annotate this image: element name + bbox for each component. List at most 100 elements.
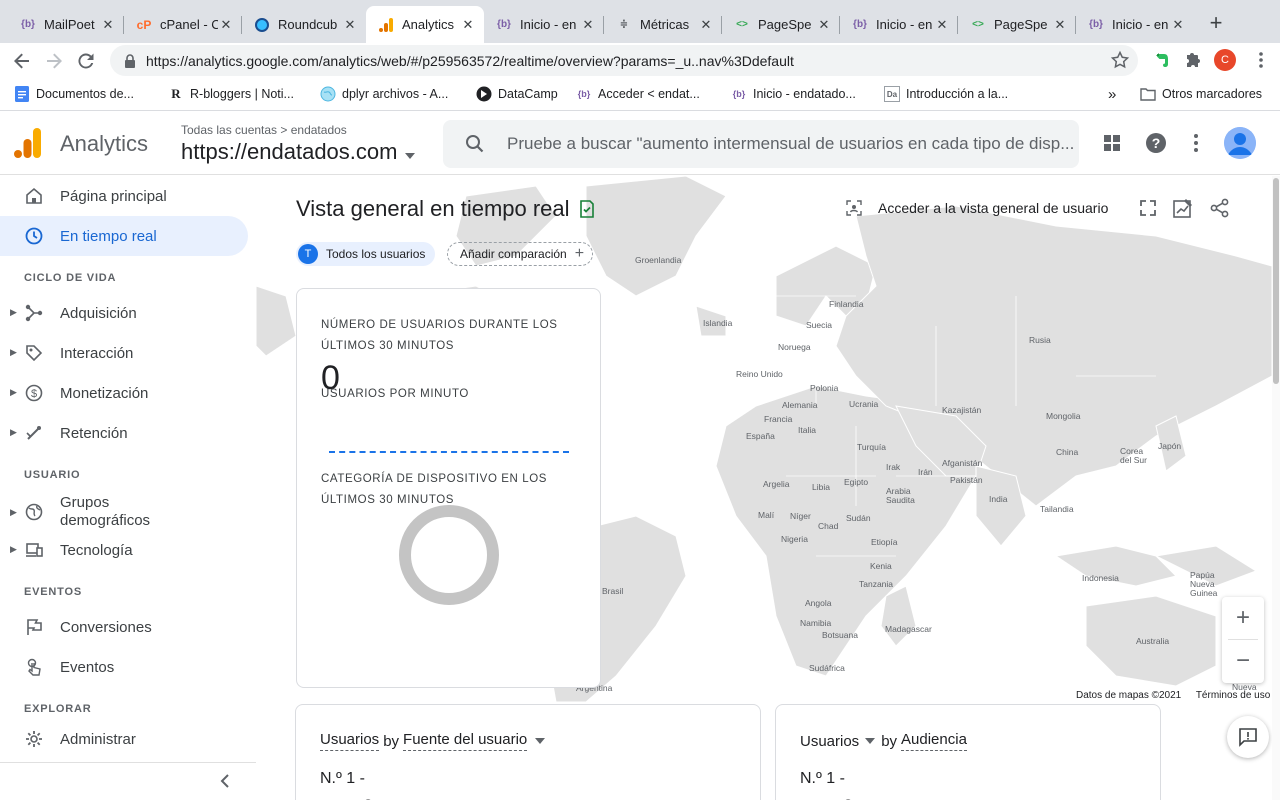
close-icon[interactable]: ✕ <box>342 17 358 33</box>
search-bar[interactable]: Pruebe a buscar "aumento intermensual de… <box>443 120 1079 168</box>
browser-tab[interactable]: {b} Inicio - en ✕ <box>1076 6 1194 43</box>
more-vert-icon[interactable] <box>1250 49 1272 71</box>
map-label: Indonesia <box>1082 573 1119 583</box>
dimension-selector[interactable]: Audiencia <box>901 731 967 751</box>
sidebar-item-acquisition[interactable]: ▶ Adquisición <box>0 293 248 333</box>
sidebar-item-tech[interactable]: ▶ Tecnología <box>0 530 248 570</box>
close-icon[interactable]: ✕ <box>698 17 714 33</box>
bookmarks-bar: Documentos de... R R-bloggers | Noti... … <box>0 78 1280 111</box>
zoom-out-button[interactable]: − <box>1222 640 1264 682</box>
rbloggers-icon: R <box>171 86 181 101</box>
face-scan-icon <box>846 200 862 216</box>
map-label: Alemania <box>782 400 818 410</box>
browser-tab[interactable]: <> PageSpe ✕ <box>722 6 840 43</box>
acquisition-icon <box>24 303 44 323</box>
bookmark-item[interactable]: DataCamp <box>476 85 558 103</box>
profile-avatar[interactable]: C <box>1214 49 1236 71</box>
apps-grid-icon[interactable] <box>1100 131 1124 155</box>
map-label: Sudáfrica <box>809 663 845 673</box>
dimension-selector[interactable]: Fuente del usuario <box>403 731 528 751</box>
browser-tab-active[interactable]: Analytics ✕ <box>366 6 484 43</box>
browser-tab[interactable]: Roundcub ✕ <box>242 6 366 43</box>
bookmark-item[interactable]: dplyr archivos - A... <box>320 85 448 103</box>
add-comparison-button[interactable]: Añadir comparación + <box>447 242 594 266</box>
bookmark-item[interactable]: {b} Acceder < endat... <box>576 85 700 103</box>
other-bookmarks[interactable]: Otros marcadores <box>1140 85 1262 103</box>
close-icon[interactable]: ✕ <box>934 17 950 33</box>
zoom-in-button[interactable]: + <box>1222 597 1264 639</box>
browser-tab[interactable]: ≑ Métricas ✕ <box>604 6 722 43</box>
bookmark-item[interactable]: {b} Inicio - endatado... <box>731 85 856 103</box>
realtime-users-card: NÚMERO DE USUARIOS DURANTE LOS ÚLTIMOS 3… <box>296 288 601 688</box>
bookmarks-overflow-button[interactable]: » <box>1108 85 1116 103</box>
map-label: Angola <box>805 598 832 608</box>
section-user: USUARIO <box>24 469 81 481</box>
browser-tab[interactable]: cP cPanel - C ✕ <box>124 6 242 43</box>
share-icon[interactable] <box>1208 196 1232 220</box>
close-icon[interactable]: ✕ <box>460 17 476 33</box>
user-avatar[interactable] <box>1224 127 1256 159</box>
home-icon <box>24 186 44 206</box>
metric-selector[interactable]: Usuarios <box>800 733 859 750</box>
map-label: Mongolia <box>1046 411 1081 421</box>
sidebar-item-retention[interactable]: ▶ Retención <box>0 413 248 453</box>
verified-check-icon[interactable] <box>578 200 596 223</box>
scrollbar[interactable] <box>1272 176 1280 800</box>
caret-right-icon: ▶ <box>10 347 17 357</box>
sidebar-item-monetization[interactable]: ▶ $ Monetización <box>0 373 248 413</box>
map-label: Irak <box>886 462 901 472</box>
analytics-logo-icon[interactable] <box>14 128 42 163</box>
browser-tab[interactable]: {b} MailPoet ✕ <box>8 6 124 43</box>
browser-tab[interactable]: {b} Inicio - en ✕ <box>484 6 604 43</box>
map-label: Groenlandia <box>635 255 682 265</box>
sidebar-item-realtime[interactable]: En tiempo real <box>0 216 248 256</box>
bookmark-item[interactable]: Documentos de... <box>14 85 134 103</box>
map-label: Ucrania <box>849 399 879 409</box>
back-button[interactable] <box>9 48 35 74</box>
map-label: Botsuana <box>822 630 858 640</box>
map-label: Namibia <box>800 618 832 628</box>
user-overview-button[interactable]: Acceder a la vista general de usuario <box>846 196 1108 220</box>
close-icon[interactable]: ✕ <box>1052 17 1068 33</box>
forward-button[interactable] <box>41 48 67 74</box>
address-bar[interactable]: https://analytics.google.com/analytics/w… <box>110 45 1138 76</box>
bookmark-star-icon[interactable] <box>1110 50 1130 75</box>
metric-selector[interactable]: Usuarios <box>320 731 380 751</box>
sidebar-item-admin[interactable]: Administrar <box>0 719 248 759</box>
browser-tab[interactable]: <> PageSpe ✕ <box>958 6 1076 43</box>
browser-tab-strip: {b} MailPoet ✕ cP cPanel - C ✕ Roundcub … <box>0 0 1280 43</box>
bookmark-item[interactable]: R R-bloggers | Noti... <box>168 85 294 103</box>
segment-chip-all-users[interactable]: T Todos los usuarios <box>296 242 436 266</box>
browser-tab[interactable]: {b} Inicio - en ✕ <box>840 6 958 43</box>
more-vert-icon[interactable] <box>1184 131 1208 155</box>
map-terms-link[interactable]: Términos de uso <box>1196 690 1270 701</box>
new-tab-button[interactable]: + <box>1204 12 1228 36</box>
fullscreen-icon[interactable] <box>1136 196 1160 220</box>
sidebar-item-events[interactable]: Eventos <box>0 647 248 687</box>
evernote-extension-icon[interactable] <box>1151 49 1173 71</box>
customize-report-icon[interactable] <box>1171 196 1195 220</box>
feedback-button[interactable] <box>1227 716 1269 758</box>
sidebar-item-home[interactable]: Página principal <box>0 176 248 216</box>
property-selector[interactable]: https://endatados.com <box>181 139 416 165</box>
close-icon[interactable]: ✕ <box>218 17 234 33</box>
close-icon[interactable]: ✕ <box>816 17 832 33</box>
globe-icon <box>320 86 336 102</box>
map-label: China <box>1056 447 1079 457</box>
caret-down-icon[interactable] <box>865 738 876 744</box>
sidebar-item-demographics[interactable]: ▶ Grupos demográficos <box>0 490 248 534</box>
collapse-sidebar-chevron-left-icon[interactable] <box>220 772 230 793</box>
caret-down-icon[interactable] <box>535 738 546 744</box>
close-icon[interactable]: ✕ <box>580 17 596 33</box>
close-icon[interactable]: ✕ <box>100 17 116 33</box>
puzzle-extensions-icon[interactable] <box>1183 49 1205 71</box>
sidebar-item-conversions[interactable]: Conversiones <box>0 607 248 647</box>
bookmark-item[interactable]: Da Introducción a la... <box>884 85 1008 103</box>
datacamp-icon <box>476 86 492 102</box>
close-icon[interactable]: ✕ <box>1170 17 1186 33</box>
scrollbar-thumb[interactable] <box>1273 178 1279 384</box>
reload-button[interactable] <box>73 48 99 74</box>
sidebar-item-engagement[interactable]: ▶ Interacción <box>0 333 248 373</box>
account-breadcrumb[interactable]: Todas las cuentas > endatados <box>181 123 347 137</box>
help-icon[interactable]: ? <box>1144 131 1168 155</box>
